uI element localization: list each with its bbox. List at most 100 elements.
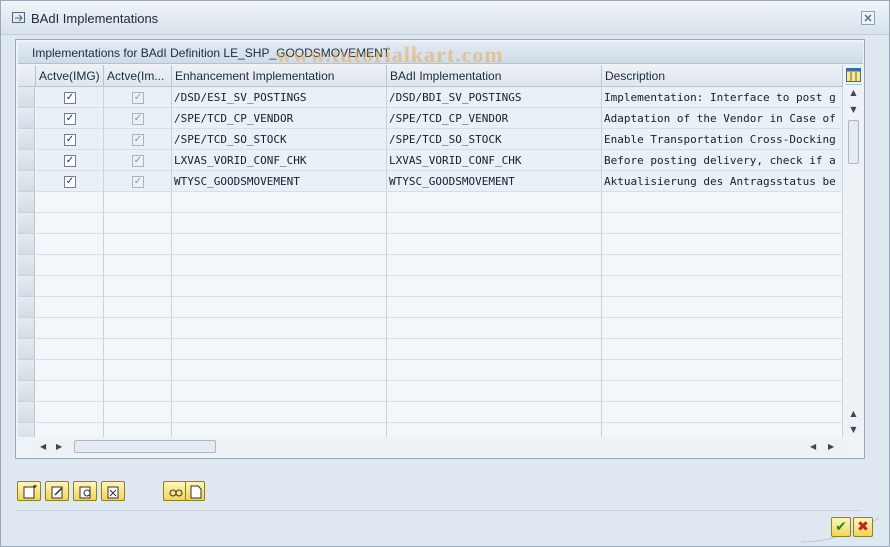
row-selector[interactable] bbox=[18, 150, 35, 171]
empty-table-row[interactable] bbox=[18, 234, 843, 255]
table-row[interactable]: ✓ ✓/SPE/TCD_SO_STOCK/SPE/TCD_SO_STOCK Enab… bbox=[18, 129, 843, 150]
row-selector[interactable] bbox=[18, 402, 35, 423]
row-selector[interactable] bbox=[18, 423, 35, 437]
cell-enhancement bbox=[172, 213, 387, 234]
cell-badi-impl bbox=[387, 192, 602, 213]
empty-table-row[interactable] bbox=[18, 381, 843, 402]
change-icon[interactable] bbox=[45, 481, 69, 501]
empty-table-row[interactable] bbox=[18, 318, 843, 339]
find-icon[interactable] bbox=[163, 481, 187, 501]
close-icon[interactable] bbox=[861, 11, 875, 25]
empty-table-row[interactable] bbox=[18, 339, 843, 360]
scroll-up-bottom-icon[interactable]: ▲ bbox=[849, 410, 858, 418]
column-header-active-impl[interactable]: Actve(Im... bbox=[104, 65, 172, 87]
empty-table-row[interactable] bbox=[18, 360, 843, 381]
row-selector[interactable] bbox=[18, 318, 35, 339]
row-selector[interactable] bbox=[18, 129, 35, 150]
empty-table-row[interactable] bbox=[18, 255, 843, 276]
active-img-checkbox[interactable]: ✓ bbox=[64, 134, 76, 146]
scroll-down-icon[interactable]: ▼ bbox=[849, 106, 858, 114]
horizontal-scroll-thumb[interactable] bbox=[74, 440, 216, 453]
row-selector[interactable] bbox=[18, 171, 35, 192]
badi-implementations-dialog: BAdI Implementations Implementations for… bbox=[0, 0, 890, 547]
cell-active-impl bbox=[104, 423, 172, 437]
empty-table-row[interactable] bbox=[18, 297, 843, 318]
cell-active-img bbox=[36, 318, 104, 339]
cell-active-impl bbox=[104, 255, 172, 276]
row-selector[interactable] bbox=[18, 255, 35, 276]
horizontal-scrollbar[interactable]: ◀ ▶ ◀ ▶ bbox=[34, 438, 844, 455]
cell-badi-impl: /SPE/TCD_SO_STOCK bbox=[387, 129, 602, 150]
row-selector[interactable] bbox=[18, 108, 35, 129]
table-row[interactable]: ✓ ✓/SPE/TCD_CP_VENDOR/SPE/TCD_CP_VENDOR Ad… bbox=[18, 108, 843, 129]
cell-description bbox=[602, 423, 843, 437]
scroll-up-icon[interactable]: ▲ bbox=[849, 89, 858, 97]
cell-active-impl: ✓ bbox=[104, 87, 172, 108]
row-selector[interactable] bbox=[18, 87, 35, 108]
row-selector[interactable] bbox=[18, 360, 35, 381]
cell-description bbox=[602, 276, 843, 297]
row-selector[interactable] bbox=[18, 339, 35, 360]
cell-badi-impl bbox=[387, 297, 602, 318]
empty-table-row[interactable] bbox=[18, 276, 843, 297]
table-row[interactable]: ✓ ✓ WTYSC_GOODSMOVEMENT WTYSC_GOODSMOVEMENT… bbox=[18, 171, 843, 192]
active-img-checkbox[interactable]: ✓ bbox=[64, 113, 76, 125]
cell-enhancement: /DSD/ESI_SV_POSTINGS bbox=[172, 87, 387, 108]
display-icon[interactable] bbox=[73, 481, 97, 501]
column-header-description[interactable]: Description bbox=[602, 65, 843, 87]
cell-description bbox=[602, 297, 843, 318]
scroll-right-icon[interactable]: ▶ bbox=[56, 442, 62, 451]
cell-enhancement bbox=[172, 234, 387, 255]
implementations-table: Actve(IMG) Actve(Im... Enhancement Imple… bbox=[18, 65, 843, 437]
row-selector[interactable] bbox=[18, 276, 35, 297]
column-header-badi-impl[interactable]: BAdI Implementation bbox=[387, 65, 602, 87]
row-selector[interactable] bbox=[18, 234, 35, 255]
scroll-left-icon[interactable]: ◀ bbox=[40, 442, 46, 451]
vertical-scroll-thumb[interactable] bbox=[848, 120, 859, 164]
active-img-checkbox[interactable]: ✓ bbox=[64, 92, 76, 104]
row-selector[interactable] bbox=[18, 297, 35, 318]
scroll-left-end-icon[interactable]: ◀ bbox=[810, 442, 816, 451]
column-config-icon[interactable] bbox=[845, 65, 862, 85]
cell-enhancement: /SPE/TCD_SO_STOCK bbox=[172, 129, 387, 150]
empty-table-row[interactable] bbox=[18, 192, 843, 213]
cell-active-img: ✓ bbox=[36, 87, 104, 108]
cell-description: Enable Transportation Cross-Docking bbox=[602, 129, 843, 150]
checkmark-icon[interactable]: ✔ bbox=[831, 517, 851, 537]
active-img-checkbox[interactable]: ✓ bbox=[64, 176, 76, 188]
empty-table-row[interactable] bbox=[18, 423, 843, 437]
select-all-header[interactable] bbox=[18, 65, 36, 87]
row-selector[interactable] bbox=[18, 381, 35, 402]
active-img-checkbox[interactable]: ✓ bbox=[64, 155, 76, 167]
cell-active-impl: ✓ bbox=[104, 171, 172, 192]
cell-active-impl bbox=[104, 276, 172, 297]
cell-active-impl bbox=[104, 318, 172, 339]
cancel-icon[interactable]: ✖ bbox=[853, 517, 873, 537]
cell-description bbox=[602, 381, 843, 402]
column-header-active-img[interactable]: Actve(IMG) bbox=[36, 65, 104, 87]
footer-separator bbox=[15, 510, 861, 511]
cell-active-img bbox=[36, 255, 104, 276]
cell-enhancement bbox=[172, 318, 387, 339]
cell-description bbox=[602, 339, 843, 360]
vertical-scrollbar[interactable]: ▲ ▼ ▲ ▼ bbox=[845, 86, 862, 436]
cell-badi-impl bbox=[387, 402, 602, 423]
column-header-enhancement[interactable]: Enhancement Implementation bbox=[172, 65, 387, 87]
table-row[interactable]: ✓ ✓ LXVAS_VORID_CONF_CHK LXVAS_VORID_CONF_C… bbox=[18, 150, 843, 171]
scroll-down-bottom-icon[interactable]: ▼ bbox=[849, 426, 858, 434]
empty-table-row[interactable] bbox=[18, 402, 843, 423]
cell-active-img bbox=[36, 192, 104, 213]
row-selector[interactable] bbox=[18, 213, 35, 234]
cell-active-impl bbox=[104, 297, 172, 318]
active-impl-checkbox: ✓ bbox=[132, 134, 144, 146]
table-row[interactable]: ✓ ✓ /DSD/ESI_SV_POSTINGS/DSD/BDI_SV_POSTIN… bbox=[18, 87, 843, 108]
cell-description bbox=[602, 192, 843, 213]
row-selector[interactable] bbox=[18, 192, 35, 213]
document-icon[interactable] bbox=[185, 481, 205, 501]
create-icon[interactable] bbox=[17, 481, 41, 501]
cell-badi-impl: LXVAS_VORID_CONF_CHK bbox=[387, 150, 602, 171]
cell-enhancement bbox=[172, 381, 387, 402]
delete-icon[interactable] bbox=[101, 481, 125, 501]
empty-table-row[interactable] bbox=[18, 213, 843, 234]
scroll-right-end-icon[interactable]: ▶ bbox=[828, 442, 834, 451]
